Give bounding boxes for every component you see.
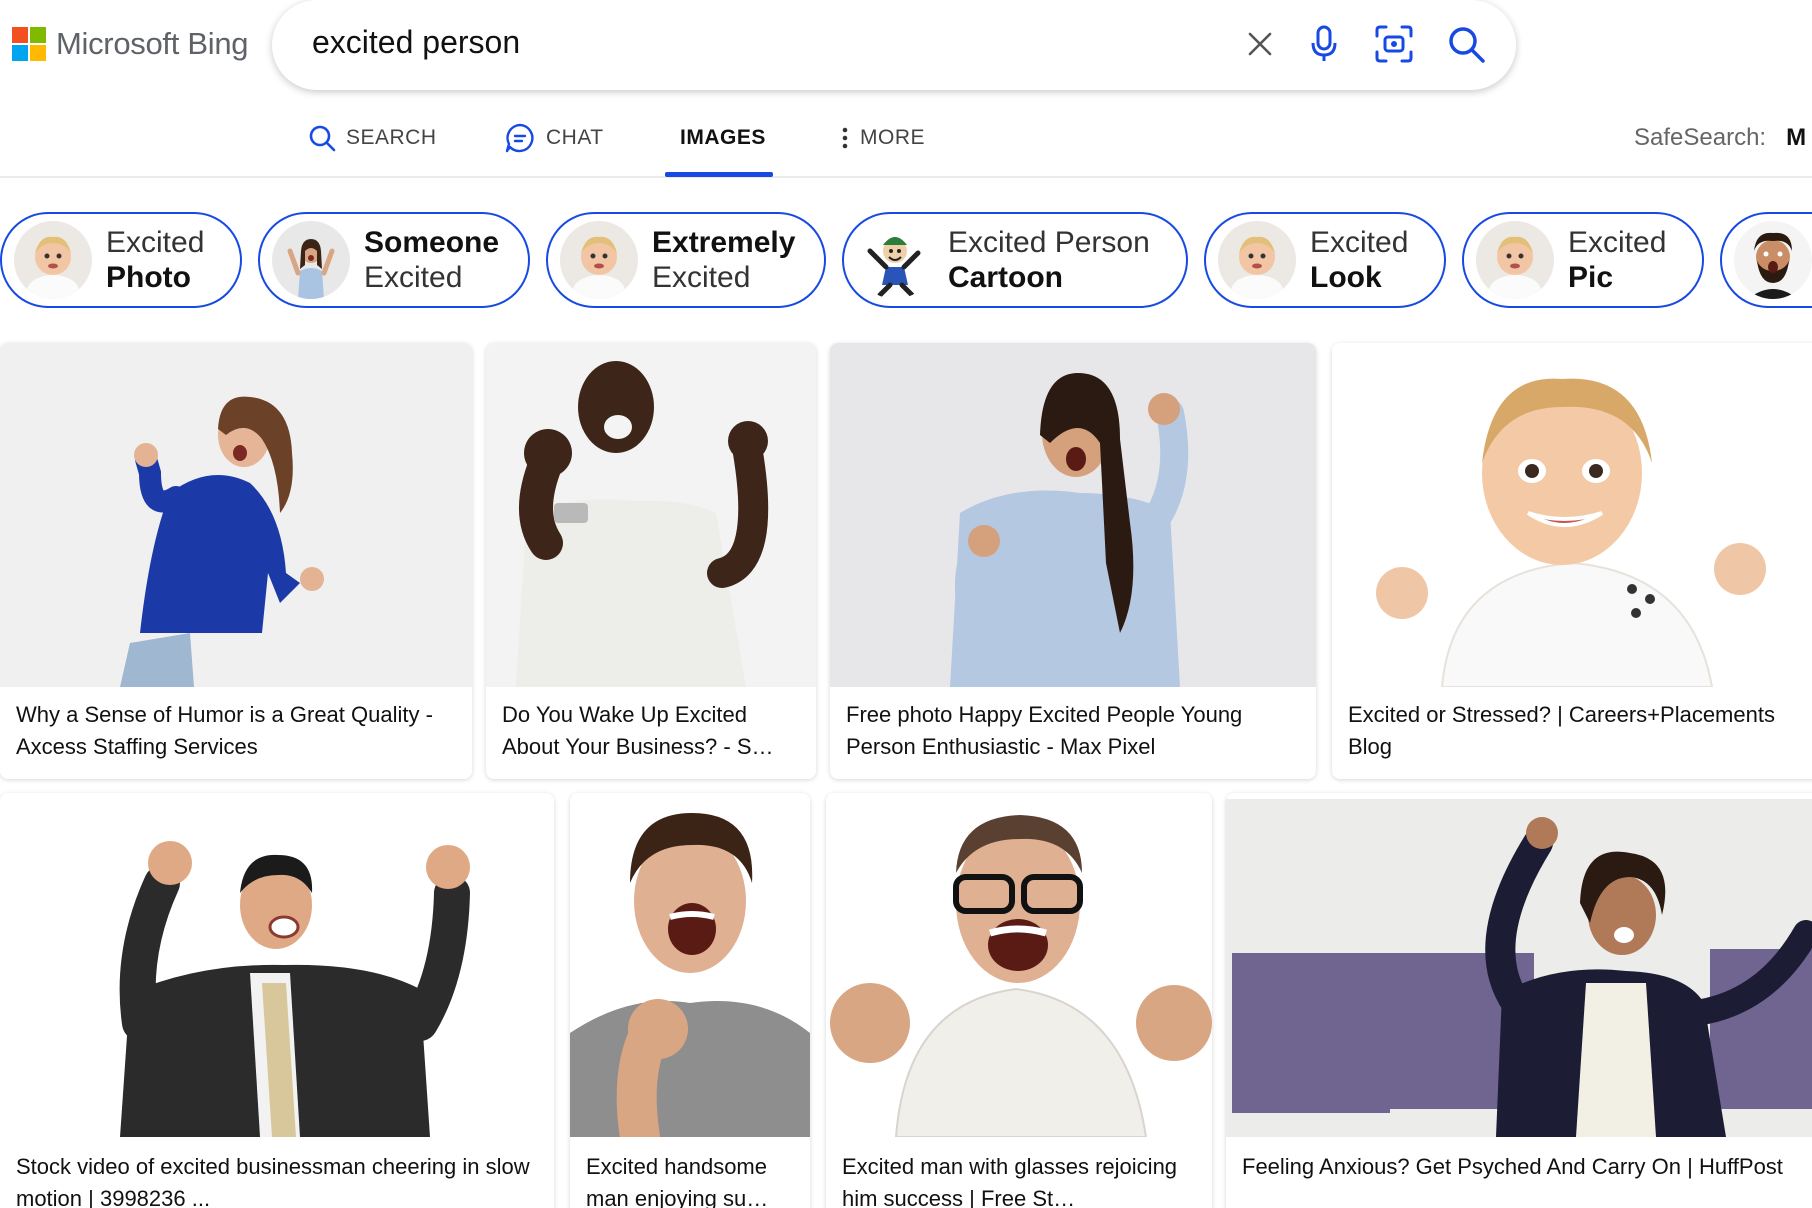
vertical-nav: SEARCH CHAT IMAGES MORE SafeSearch: M: [0, 100, 1812, 178]
brand-name: Microsoft Bing: [56, 26, 249, 61]
baby-thumbnail: [14, 221, 92, 299]
result-image: [570, 793, 810, 1137]
microsoft-logo-icon: [12, 27, 46, 61]
tab-images[interactable]: IMAGES: [680, 118, 766, 158]
pill-line1: Excited: [1310, 226, 1409, 259]
image-result[interactable]: Do You Wake Up Excited About Your Busine…: [486, 343, 816, 779]
tab-chat-label: CHAT: [546, 126, 604, 149]
safesearch-control[interactable]: SafeSearch: M: [1634, 118, 1806, 158]
bearded-man-thumbnail: [1734, 221, 1812, 299]
result-image: [486, 343, 816, 687]
visual-search-icon[interactable]: [1372, 22, 1416, 66]
related-pill[interactable]: Excited Photo: [0, 212, 242, 308]
image-result[interactable]: Feeling Anxious? Get Psyched And Carry O…: [1226, 793, 1812, 1208]
related-pill[interactable]: [1720, 212, 1812, 308]
related-pill[interactable]: Someone Excited: [258, 212, 530, 308]
image-result[interactable]: Excited handsome man enjoying su…: [570, 793, 810, 1208]
search-input[interactable]: excited person: [312, 24, 520, 61]
result-caption: Excited or Stressed? | Careers+Placement…: [1348, 702, 1775, 759]
tab-images-label: IMAGES: [680, 126, 766, 149]
result-caption: Feeling Anxious? Get Psyched And Carry O…: [1242, 1154, 1783, 1179]
pill-line2: Excited: [652, 261, 751, 294]
result-image: [0, 343, 472, 687]
pill-line2: Look: [1310, 261, 1382, 294]
image-result[interactable]: Free photo Happy Excited People Young Pe…: [830, 343, 1316, 779]
result-image: [1226, 793, 1812, 1137]
safesearch-value: M: [1786, 124, 1807, 151]
tab-more-label: MORE: [860, 126, 925, 149]
search-box[interactable]: excited person: [272, 0, 1516, 90]
baby-thumbnail: [560, 221, 638, 299]
close-icon[interactable]: [1238, 22, 1282, 66]
active-tab-indicator: [665, 172, 773, 177]
image-result[interactable]: Stock video of excited businessman cheer…: [0, 793, 554, 1208]
pill-line1: Extremely: [652, 226, 796, 259]
result-caption: Stock video of excited businessman cheer…: [16, 1154, 530, 1208]
woman-thumbnail: [272, 221, 350, 299]
baby-thumbnail: [1218, 221, 1296, 299]
bing-images-page: Microsoft Bing excited person SEARCH CHA…: [0, 0, 1812, 1208]
search-icon: [309, 125, 336, 152]
tab-chat[interactable]: CHAT: [504, 118, 604, 158]
related-searches: Excited Photo Someone Excited Extremely Exc…: [0, 212, 1812, 310]
pill-line2: Excited: [364, 261, 463, 294]
image-result[interactable]: Excited or Stressed? | Careers+Placement…: [1332, 343, 1812, 779]
result-image: [826, 793, 1212, 1137]
result-caption: Why a Sense of Humor is a Great Quality …: [16, 702, 433, 759]
result-image: [830, 343, 1316, 687]
pill-line1: Excited: [106, 226, 205, 259]
pill-line1: Excited: [1568, 226, 1667, 259]
pill-line1: Someone: [364, 226, 500, 259]
bing-logo[interactable]: Microsoft Bing: [12, 26, 249, 62]
tab-search-label: SEARCH: [346, 126, 437, 149]
result-image: [1332, 343, 1812, 687]
chat-icon: [505, 123, 534, 153]
microphone-icon[interactable]: [1302, 22, 1346, 66]
result-caption: Free photo Happy Excited People Young Pe…: [846, 702, 1243, 759]
pill-line2: Cartoon: [948, 261, 1063, 294]
baby-thumbnail: [1476, 221, 1554, 299]
result-caption: Do You Wake Up Excited About Your Busine…: [502, 702, 774, 759]
related-pill[interactable]: Extremely Excited: [546, 212, 826, 308]
image-result[interactable]: Excited man with glasses rejoicing him s…: [826, 793, 1212, 1208]
related-pill[interactable]: Excited Person Cartoon: [842, 212, 1188, 308]
safesearch-label: SafeSearch:: [1634, 124, 1767, 151]
more-vertical-icon: [842, 127, 848, 149]
pill-line1: Excited Person: [948, 226, 1150, 259]
related-pill[interactable]: Excited Pic: [1462, 212, 1704, 308]
tab-more[interactable]: MORE: [840, 118, 925, 158]
cartoon-thumbnail: [856, 221, 934, 299]
pill-line2: Pic: [1568, 261, 1614, 294]
result-caption: Excited man with glasses rejoicing him s…: [842, 1154, 1178, 1208]
search-icon[interactable]: [1444, 22, 1488, 66]
pill-line2: Photo: [106, 261, 191, 294]
image-result[interactable]: Why a Sense of Humor is a Great Quality …: [0, 343, 472, 779]
result-caption: Excited handsome man enjoying su…: [586, 1154, 769, 1208]
tab-search[interactable]: SEARCH: [308, 118, 437, 158]
related-pill[interactable]: Excited Look: [1204, 212, 1446, 308]
result-image: [0, 793, 554, 1137]
